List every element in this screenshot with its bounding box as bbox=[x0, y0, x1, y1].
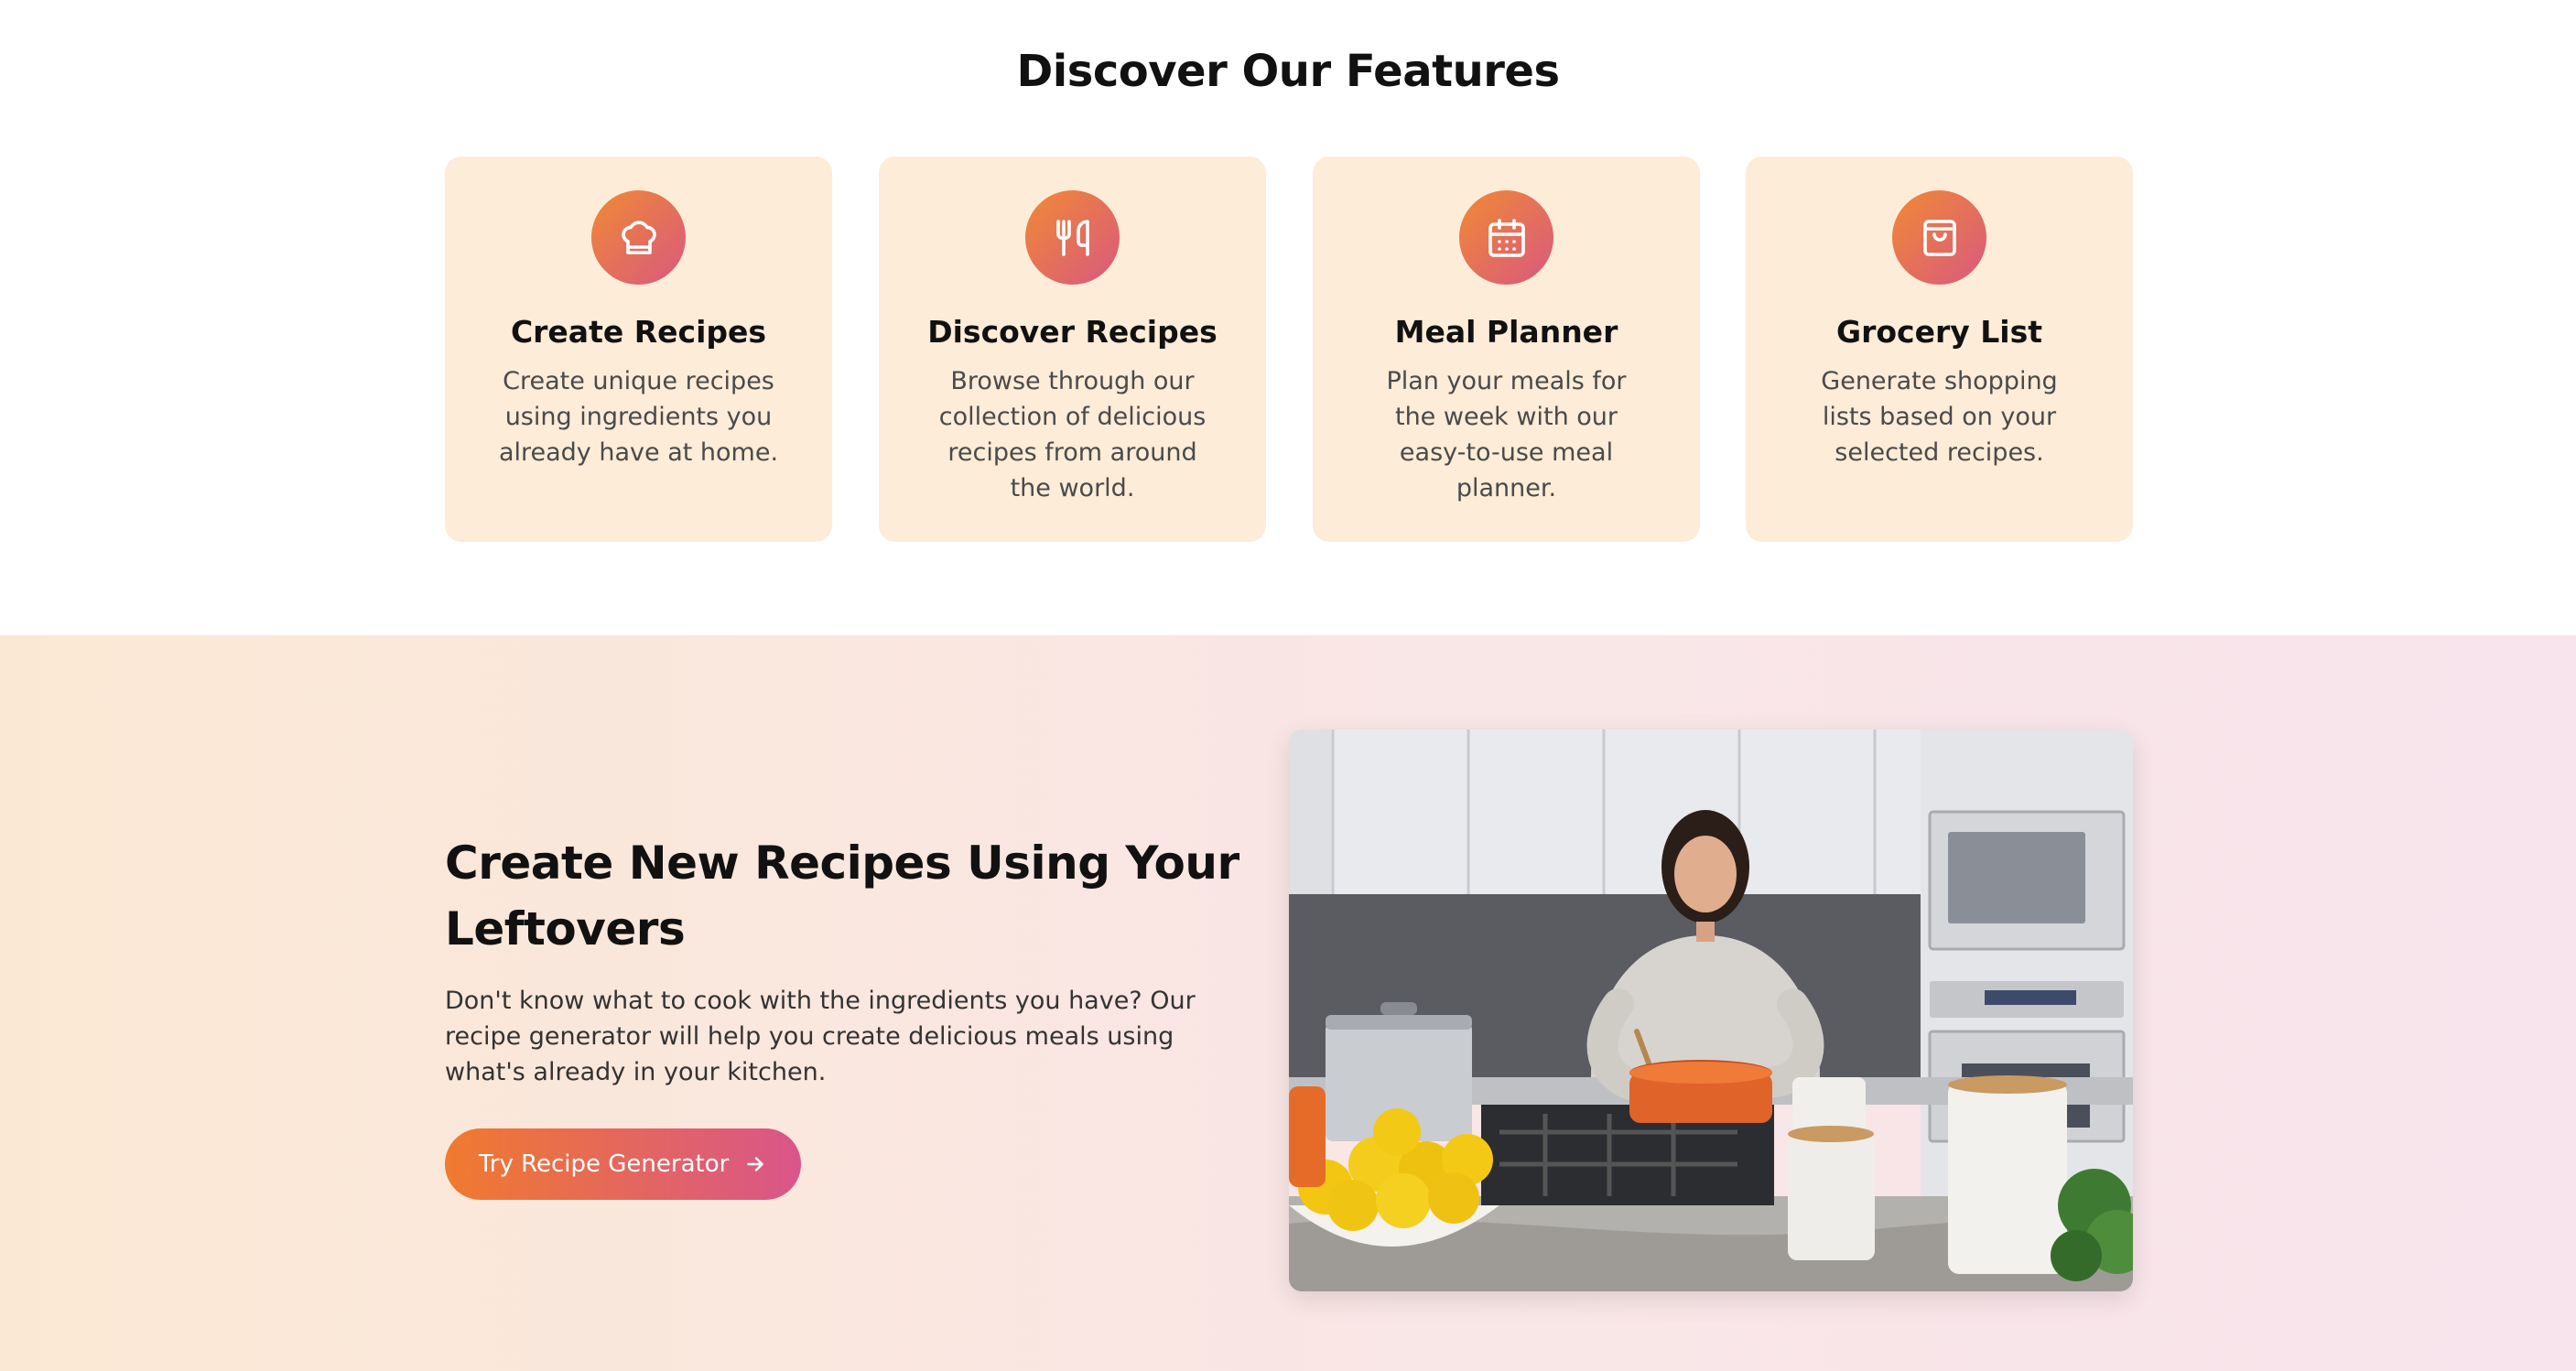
chef-hat-icon bbox=[591, 190, 686, 285]
feature-card-title: Discover Recipes bbox=[927, 314, 1218, 350]
feature-card-description: Browse through our collection of delicio… bbox=[938, 367, 1207, 502]
shopping-bag-icon bbox=[1892, 190, 1986, 285]
feature-card-description: Create unique recipes using ingredients … bbox=[498, 367, 779, 467]
features-section: Discover Our Features Create Recipes Cre… bbox=[0, 0, 2576, 635]
feature-card-grocery-list[interactable]: Grocery List Generate shopping lists bas… bbox=[1746, 157, 2133, 542]
features-title: Discover Our Features bbox=[1016, 46, 1560, 97]
hero-title: Create New Recipes Using Your Leftovers bbox=[445, 837, 1239, 955]
feature-card-meal-planner[interactable]: Meal Planner Plan your meals for the wee… bbox=[1313, 157, 1700, 542]
feature-card-description: Generate shopping lists based on your se… bbox=[1821, 367, 2058, 467]
feature-card-discover-recipes[interactable]: Discover Recipes Browse through our coll… bbox=[879, 157, 1266, 542]
feature-card-title: Meal Planner bbox=[1394, 314, 1618, 350]
feature-card-description: Plan your meals for the week with our ea… bbox=[1386, 367, 1627, 502]
cta-label: Try Recipe Generator bbox=[478, 1150, 730, 1178]
arrow-right-icon bbox=[747, 1157, 764, 1171]
woman-cooking-in-kitchen-photo bbox=[1289, 729, 2133, 1291]
feature-card-title: Grocery List bbox=[1835, 314, 2042, 350]
recipe-generator-section: Create New Recipes Using Your Leftovers … bbox=[0, 635, 2576, 1371]
hero-description: Don't know what to cook with the ingredi… bbox=[445, 987, 1196, 1086]
try-recipe-generator-button[interactable]: Try Recipe Generator bbox=[445, 1128, 801, 1200]
utensils-icon bbox=[1025, 190, 1120, 285]
calendar-icon bbox=[1459, 190, 1553, 285]
feature-card-create-recipes[interactable]: Create Recipes Create unique recipes usi… bbox=[445, 157, 832, 542]
feature-card-title: Create Recipes bbox=[510, 314, 767, 350]
